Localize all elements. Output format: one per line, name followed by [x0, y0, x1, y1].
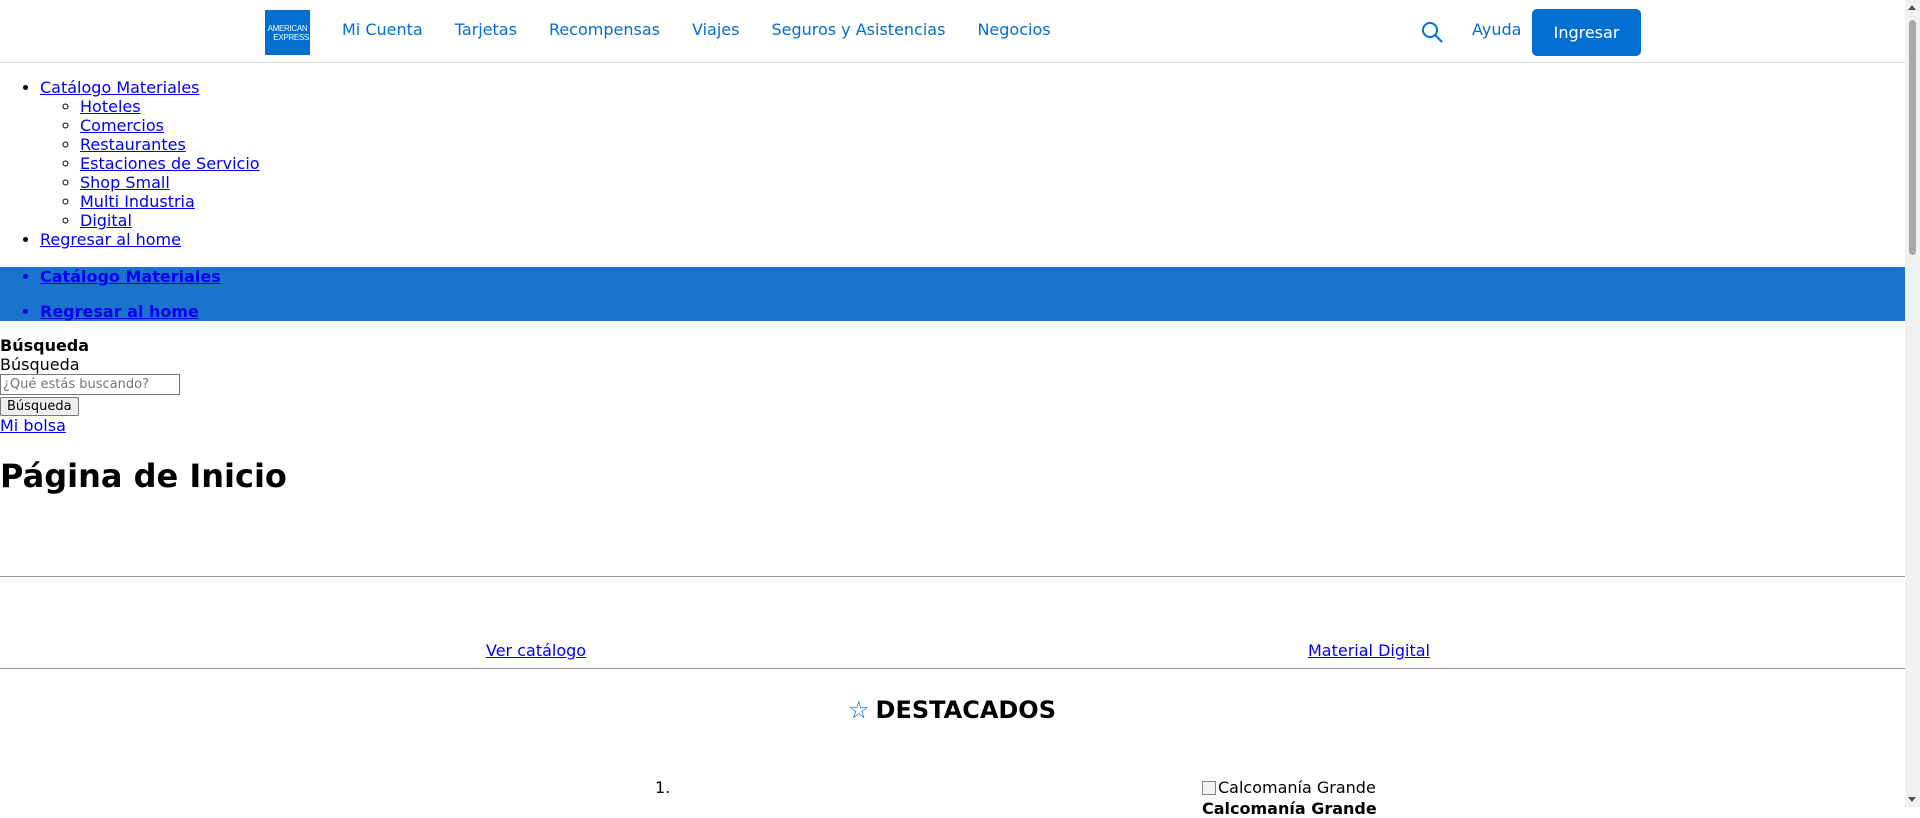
help-link[interactable]: Ayuda — [1472, 20, 1521, 39]
blue-bar-item: Catálogo Materiales — [40, 267, 221, 286]
star-icon: ☆ — [848, 696, 870, 724]
submenu-item: Restaurantes — [80, 135, 260, 154]
nav-seguros[interactable]: Seguros y Asistencias — [771, 20, 945, 39]
catalog-submenu: Hoteles Comercios Restaurantes Estacione… — [40, 97, 260, 230]
submenu-item: Comercios — [80, 116, 260, 135]
search-icon[interactable] — [1420, 20, 1444, 44]
view-catalog-link[interactable]: Ver catálogo — [486, 641, 586, 660]
submenu-item: Estaciones de Servicio — [80, 154, 260, 173]
blue-nav-bar: Catálogo Materiales Regresar al home — [0, 267, 1905, 321]
submenu-item: Hoteles — [80, 97, 260, 116]
blue-bar-item: Regresar al home — [40, 302, 199, 321]
broken-image-icon — [1202, 780, 1216, 795]
scroll-up-icon[interactable] — [1908, 5, 1916, 10]
submenu-item: Digital — [80, 211, 260, 230]
submenu-link-shop-small[interactable]: Shop Small — [80, 173, 170, 192]
list-number: 1. — [655, 778, 671, 797]
catalog-menu: Catálogo Materiales Hoteles Comercios Re… — [0, 78, 260, 249]
top-header: AMERICAN EXPRESS Mi Cuenta Tarjetas Reco… — [0, 0, 1905, 63]
divider — [0, 668, 1905, 669]
nav-viajes[interactable]: Viajes — [692, 20, 739, 39]
menu-link-catalog[interactable]: Catálogo Materiales — [40, 78, 200, 97]
nav-negocios[interactable]: Negocios — [977, 20, 1050, 39]
featured-title: DESTACADOS — [875, 696, 1056, 724]
page-title: Página de Inicio — [0, 457, 287, 495]
my-bag-link[interactable]: Mi bolsa — [0, 416, 66, 435]
submenu-link-multi-industria[interactable]: Multi Industria — [80, 192, 195, 211]
blue-bar-link-catalog[interactable]: Catálogo Materiales — [40, 267, 221, 286]
logo-text-2: EXPRESS — [273, 32, 309, 42]
submenu-link-restaurantes[interactable]: Restaurantes — [80, 135, 186, 154]
menu-item-catalog: Catálogo Materiales Hoteles Comercios Re… — [40, 78, 260, 230]
submenu-link-estaciones[interactable]: Estaciones de Servicio — [80, 154, 260, 173]
nav-mi-cuenta[interactable]: Mi Cuenta — [342, 20, 423, 39]
amex-logo[interactable]: AMERICAN EXPRESS — [265, 10, 310, 55]
search-label: Búsqueda — [0, 355, 80, 374]
scroll-down-icon[interactable] — [1908, 797, 1916, 802]
search-input[interactable] — [0, 374, 180, 395]
blue-bar-link-home[interactable]: Regresar al home — [40, 302, 199, 321]
divider — [0, 576, 1905, 577]
submenu-link-comercios[interactable]: Comercios — [80, 116, 164, 135]
product-image[interactable]: Calcomanía Grande — [1202, 778, 1376, 797]
menu-link-home[interactable]: Regresar al home — [40, 230, 181, 249]
page-scrollbar[interactable] — [1905, 0, 1920, 807]
search-button[interactable]: Búsqueda — [0, 397, 79, 416]
featured-heading: ☆ DESTACADOS — [848, 696, 1056, 724]
login-button[interactable]: Ingresar — [1532, 9, 1641, 56]
product-item[interactable]: Calcomanía Grande Calcomanía Grande — [1202, 778, 1377, 818]
scroll-thumb[interactable] — [1909, 20, 1916, 255]
submenu-item: Shop Small — [80, 173, 260, 192]
logo-text-1: AMERICAN — [267, 23, 308, 33]
product-name: Calcomanía Grande — [1202, 798, 1377, 818]
nav-tarjetas[interactable]: Tarjetas — [455, 20, 517, 39]
product-image-alt: Calcomanía Grande — [1218, 778, 1376, 797]
nav-recompensas[interactable]: Recompensas — [549, 20, 660, 39]
digital-material-link[interactable]: Material Digital — [1308, 641, 1430, 660]
search-heading: Búsqueda — [0, 336, 90, 355]
menu-item-home: Regresar al home — [40, 230, 260, 249]
submenu-item: Multi Industria — [80, 192, 260, 211]
search-section: Búsqueda Búsqueda Búsqueda Mi bolsa — [0, 336, 180, 435]
submenu-link-digital[interactable]: Digital — [80, 211, 132, 230]
submenu-link-hoteles[interactable]: Hoteles — [80, 97, 141, 116]
main-nav: Mi Cuenta Tarjetas Recompensas Viajes Se… — [342, 20, 1083, 39]
